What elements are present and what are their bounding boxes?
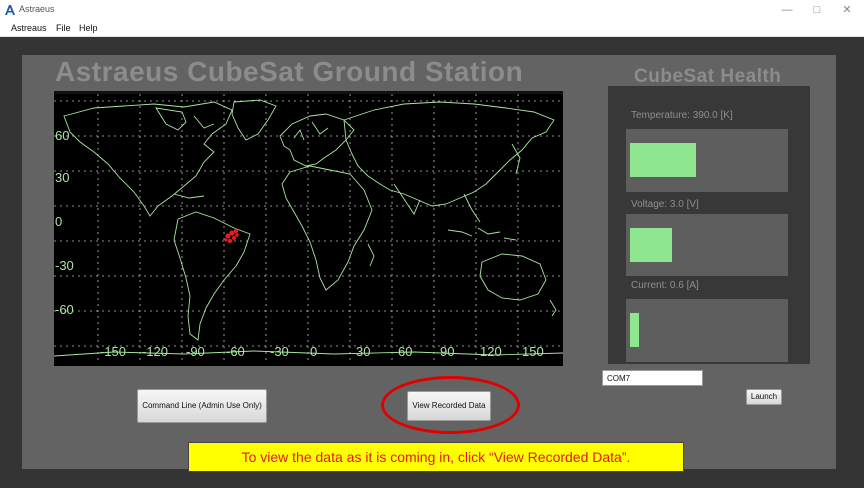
close-icon[interactable]: ✕: [832, 1, 862, 19]
current-gauge: [626, 299, 788, 362]
lat-label: 60: [55, 128, 69, 143]
com-port-input[interactable]: [602, 370, 703, 386]
lon-label: 90: [440, 344, 454, 359]
world-map[interactable]: 60 30 0 -30 -60 -150 -120 -90 -60 -30 0 …: [54, 91, 563, 366]
lon-label: 0: [310, 344, 317, 359]
map-lat-labels: 60 30 0 -30 -60: [55, 128, 74, 317]
menu-astreaus[interactable]: Astreaus: [11, 23, 47, 33]
menu-file[interactable]: File: [56, 23, 71, 33]
minimize-icon[interactable]: —: [772, 1, 802, 19]
map-lon-labels: -150 -120 -90 -60 -30 0 30 60 90 120 150: [100, 344, 544, 359]
temperature-gauge: [626, 129, 788, 192]
satellite-position-marker: [224, 228, 239, 244]
window-title: Astraeus: [19, 4, 55, 14]
menu-bar: Astreaus File Help: [0, 20, 864, 37]
command-line-button[interactable]: Command Line (Admin Use Only): [137, 389, 267, 423]
lat-label: -30: [55, 258, 74, 273]
lon-label: -120: [142, 344, 168, 359]
instruction-callout: To view the data as it is coming in, cli…: [188, 442, 684, 472]
lon-label: -30: [270, 344, 289, 359]
lon-label: 30: [356, 344, 370, 359]
lon-label: -90: [186, 344, 205, 359]
voltage-label: Voltage: 3.0 [V]: [631, 199, 699, 210]
voltage-gauge: [626, 214, 788, 276]
world-map-canvas: 60 30 0 -30 -60 -150 -120 -90 -60 -30 0 …: [54, 94, 563, 363]
lat-label: -60: [55, 302, 74, 317]
lon-label: -150: [100, 344, 126, 359]
lon-label: 150: [522, 344, 544, 359]
temperature-bar: [630, 143, 696, 177]
highlight-circle: [381, 376, 520, 434]
current-bar: [630, 313, 639, 347]
window-titlebar: Astraeus — □ ✕: [0, 0, 864, 20]
app-logo-icon: [5, 5, 15, 15]
lon-label: 60: [398, 344, 412, 359]
lat-label: 0: [55, 214, 62, 229]
health-panel: Temperature: 390.0 [K] Voltage: 3.0 [V] …: [608, 86, 810, 364]
lat-label: 30: [55, 170, 69, 185]
health-title: CubeSat Health: [634, 66, 782, 87]
menu-help[interactable]: Help: [79, 23, 98, 33]
voltage-bar: [630, 228, 672, 262]
temperature-label: Temperature: 390.0 [K]: [631, 110, 733, 121]
current-label: Current: 0.6 [A]: [631, 280, 699, 291]
map-coastlines: [54, 99, 563, 357]
lon-label: 120: [480, 344, 502, 359]
page-title: Astraeus CubeSat Ground Station: [55, 56, 524, 87]
lon-label: -60: [226, 344, 245, 359]
map-gridlines: [54, 94, 563, 363]
launch-button[interactable]: Launch: [746, 389, 782, 405]
maximize-icon[interactable]: □: [802, 1, 832, 19]
